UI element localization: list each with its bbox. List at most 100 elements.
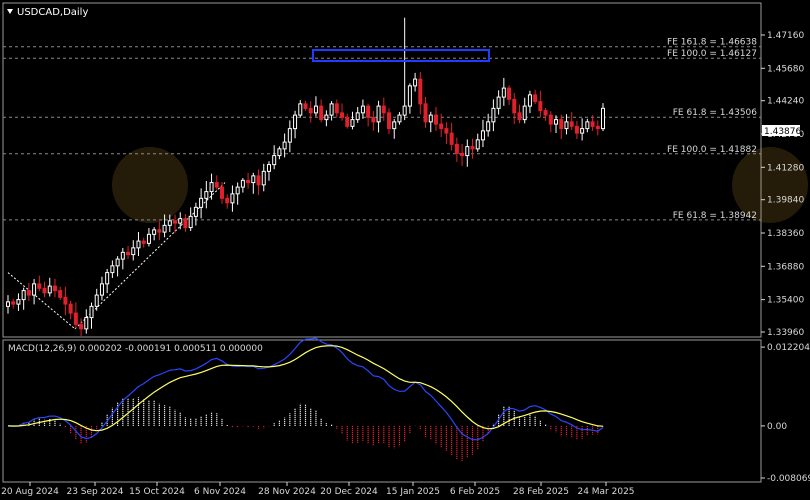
candle-body — [486, 121, 491, 132]
candle-body — [601, 107, 605, 130]
candle-body — [350, 119, 355, 127]
candle-body — [444, 128, 449, 134]
candle-body — [303, 103, 308, 109]
candle-body — [491, 107, 496, 123]
candle-body — [433, 114, 438, 125]
candle-body — [465, 146, 470, 157]
candle-body — [266, 164, 271, 172]
candle-body — [428, 114, 433, 123]
candle-body — [188, 215, 193, 229]
candle-body — [397, 114, 402, 123]
candle-body — [293, 114, 298, 130]
macd-y-tick-label: 0.012204 — [767, 343, 810, 353]
candle-body — [26, 290, 31, 296]
y-tick-label: 1.41280 — [767, 163, 804, 173]
candle-body — [199, 197, 204, 208]
candle-body — [376, 105, 381, 123]
candle-body — [313, 105, 318, 114]
candle-body — [42, 287, 47, 294]
candle-body — [329, 103, 334, 116]
candle-body — [538, 101, 543, 112]
x-tick-label: 15 Oct 2024 — [129, 487, 185, 497]
candle-body — [282, 141, 287, 150]
candle-body — [387, 112, 392, 130]
candle-body — [480, 130, 485, 141]
candle-body — [439, 123, 444, 130]
fib-level-label: FE 61.8 = 1.43506 — [673, 108, 758, 118]
x-tick-label: 23 Sep 2024 — [66, 487, 123, 497]
candle-body — [131, 247, 136, 256]
candle-body — [287, 128, 292, 143]
candle-body — [152, 229, 157, 235]
x-tick-label: 24 Mar 2025 — [577, 487, 634, 497]
candle-body — [47, 285, 52, 294]
candle-body — [418, 78, 423, 105]
candle-body — [345, 116, 350, 127]
candle-body — [533, 94, 538, 103]
candle-body — [32, 283, 37, 296]
candle-body — [115, 258, 120, 267]
candle-body — [580, 128, 585, 134]
candle-body — [340, 112, 345, 118]
candle-body — [512, 98, 517, 114]
candle-body — [73, 312, 78, 325]
candle-body — [527, 94, 532, 107]
candle-body — [564, 121, 569, 130]
candle-body — [413, 78, 418, 87]
candle-body — [355, 112, 360, 121]
candle-body — [94, 294, 99, 307]
candle-body — [251, 175, 256, 184]
x-tick-label: 20 Dec 2024 — [320, 487, 378, 497]
candle-body — [37, 283, 42, 289]
candle-body — [454, 143, 459, 154]
window-title[interactable]: USDCAD,Daily — [7, 7, 88, 18]
current-price-label: 1.43876 — [764, 127, 801, 137]
candle-body — [366, 105, 371, 118]
candle-body — [334, 103, 339, 114]
candle-body — [407, 85, 412, 107]
candle-body — [178, 218, 183, 224]
y-tick-label: 1.44240 — [767, 97, 804, 107]
y-tick-label: 1.36880 — [767, 262, 804, 272]
candle-body — [214, 182, 219, 188]
candle-body — [209, 182, 214, 193]
candle-body — [595, 125, 600, 130]
candle-body — [136, 240, 141, 249]
candle-body — [308, 107, 313, 114]
fib-level-label: FE 100.0 = 1.41882 — [667, 145, 757, 155]
chart-canvas: FE 161.8 = 1.46638FE 100.0 = 1.46127 FE 6… — [0, 0, 810, 500]
candle-body — [569, 121, 574, 127]
candle-body — [507, 87, 512, 100]
candle-body — [204, 191, 209, 199]
candle-body — [272, 155, 277, 166]
candle-body — [99, 283, 104, 296]
candle-body — [460, 152, 465, 157]
candle-body — [126, 251, 131, 256]
candle-body — [21, 290, 26, 301]
y-tick-label: 1.47160 — [767, 31, 804, 41]
candle-body — [52, 285, 57, 292]
x-tick-label: 6 Nov 2024 — [194, 487, 246, 497]
candle-body — [89, 305, 94, 319]
candle-body — [225, 197, 230, 204]
candle-body — [183, 218, 188, 229]
candle-body — [277, 148, 282, 157]
current-price-badge: 1.43876 — [762, 125, 801, 137]
symbol-title: USDCAD,Daily — [17, 7, 88, 18]
candle-body — [16, 299, 21, 305]
fib-level-label: FE 161.8 = 1.46638 — [667, 38, 757, 48]
candle-body — [219, 186, 224, 199]
candle-body — [324, 114, 329, 121]
candle-body — [84, 317, 89, 330]
candle-body — [68, 303, 73, 314]
candle-body — [79, 323, 84, 330]
candle-body — [402, 105, 407, 116]
candle-body — [146, 233, 151, 244]
candle-body — [423, 103, 428, 123]
x-tick-label: 28 Feb 2025 — [513, 487, 569, 497]
x-tick-label: 28 Nov 2024 — [258, 487, 316, 497]
candle-body — [392, 121, 397, 130]
macd-y-tick-label: 0.00 — [767, 422, 787, 432]
candle-body — [193, 206, 198, 217]
candle-body — [574, 125, 579, 134]
